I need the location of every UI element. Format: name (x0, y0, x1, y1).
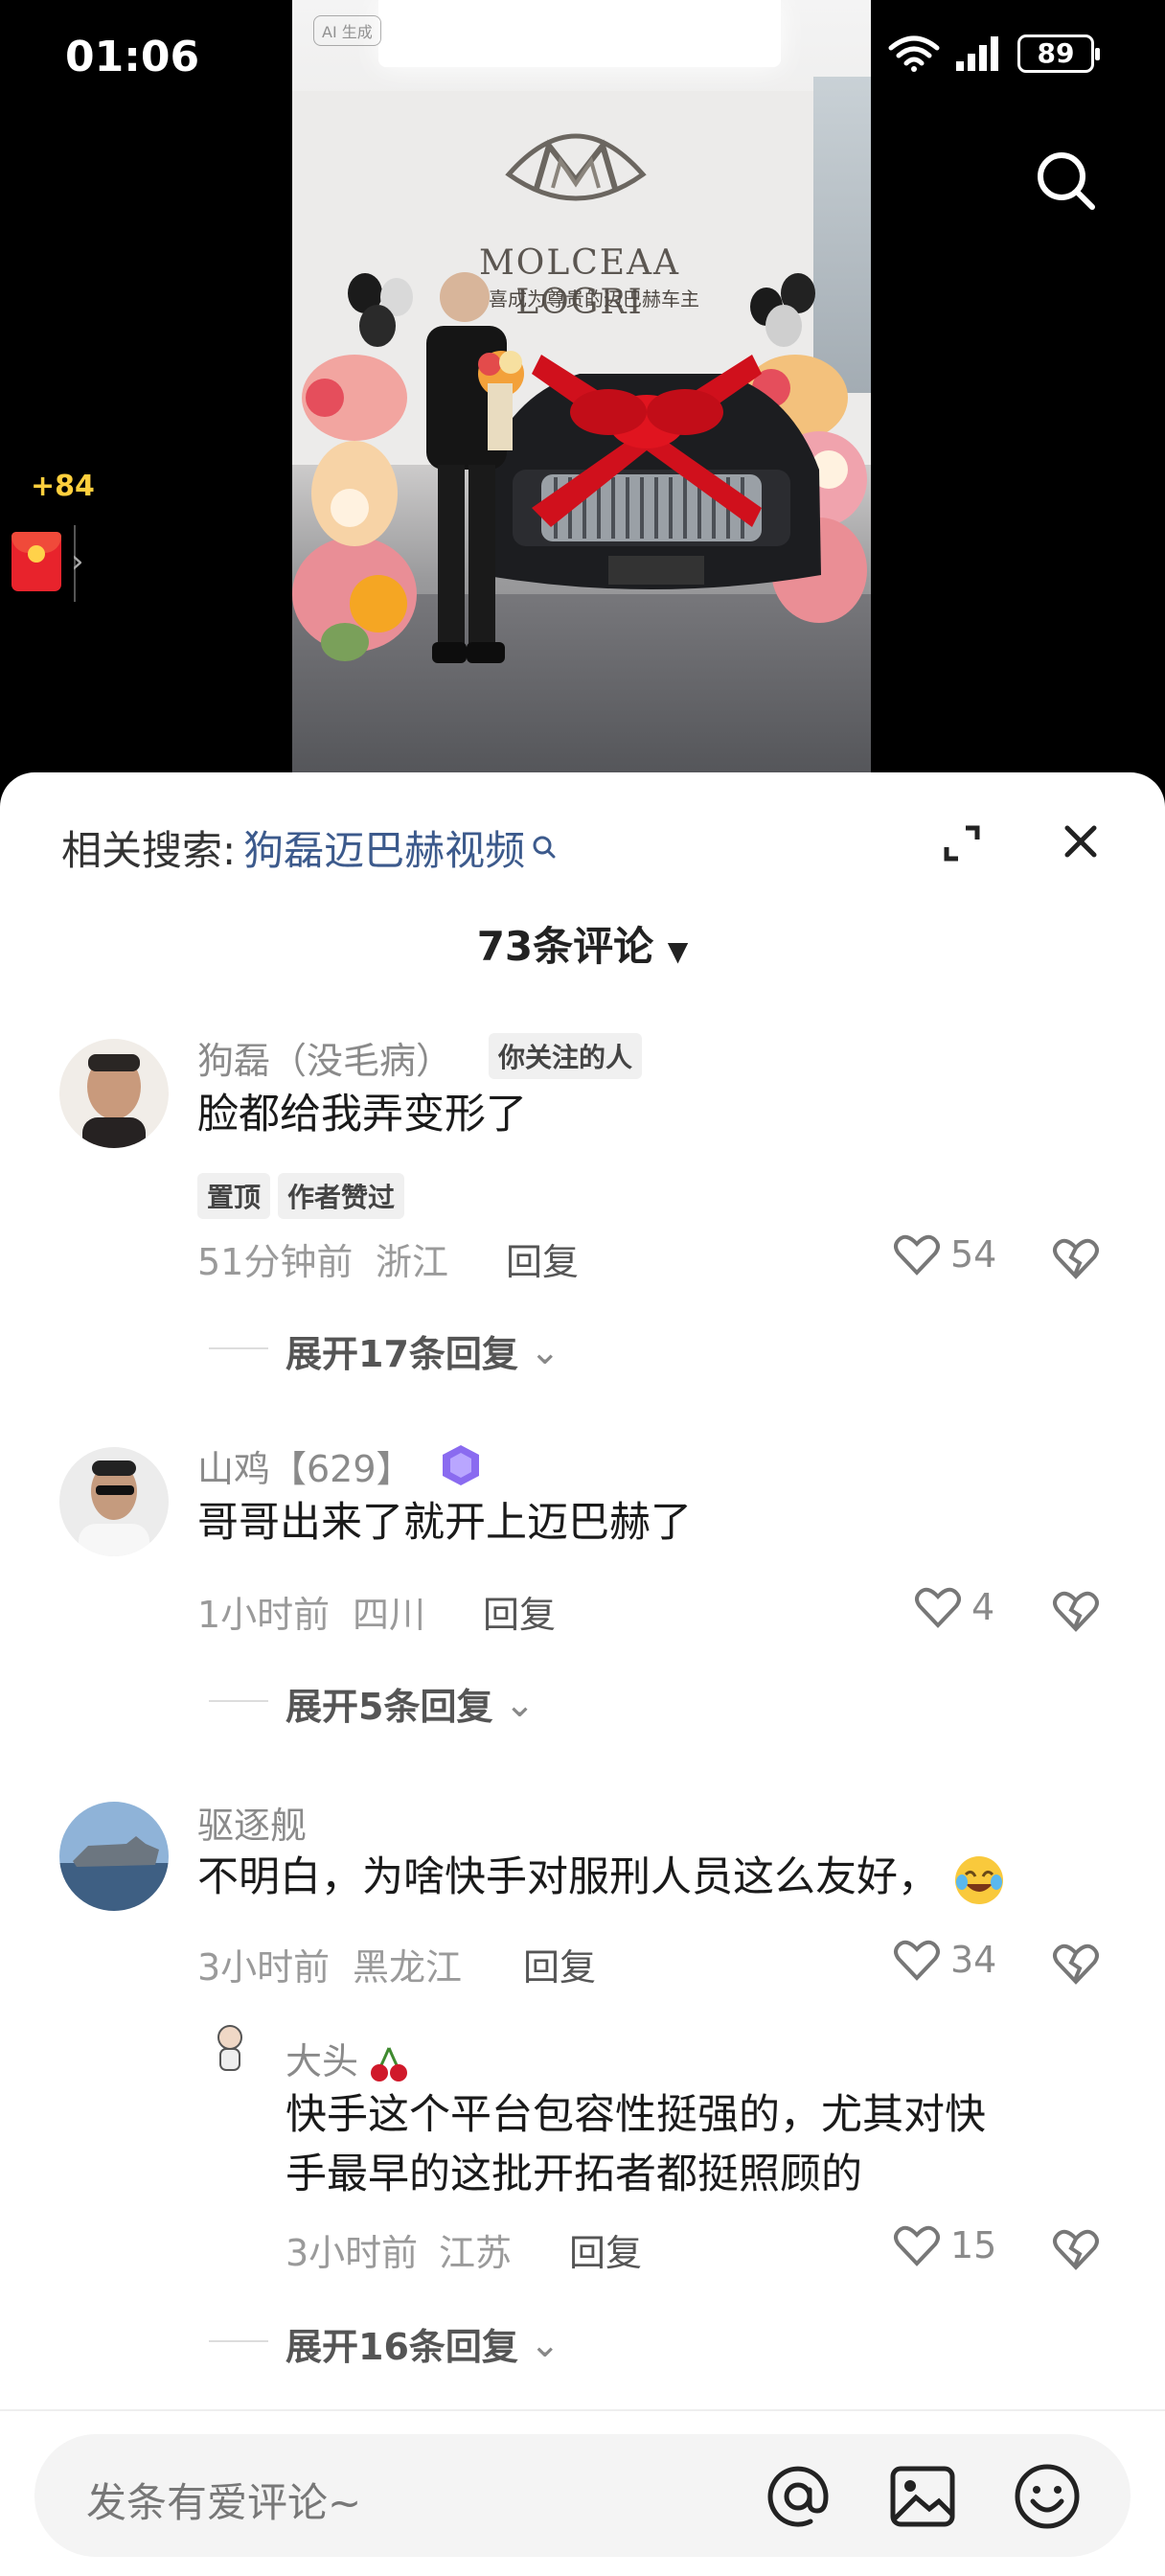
mention-icon[interactable] (763, 2461, 834, 2532)
avatar[interactable] (59, 1447, 169, 1556)
chevron-right-icon[interactable]: › (71, 542, 84, 581)
reply-text-line-1: 快手这个平台包容性挺强的，尤其对快 (286, 2091, 986, 2139)
broken-heart-icon[interactable] (1052, 1942, 1100, 1986)
pinned-tag: 置顶 (197, 1173, 271, 1219)
comment-panel: 相关搜索: 狗磊迈巴赫视频 73条评论 ▼ 狗磊（没毛病） 你关注的人 脸都给我… (0, 772, 1165, 2576)
comment-location: 四川 (353, 1594, 426, 1636)
expand-replies-label: 展开5条回复 (286, 1686, 493, 1728)
broken-heart-icon[interactable] (1052, 1236, 1100, 1280)
divider (0, 2409, 1165, 2411)
wifi-icon (888, 35, 940, 72)
divider (209, 1700, 268, 1702)
chevron-down-icon: ⌄ (504, 1682, 536, 1725)
reply-button[interactable]: 回复 (523, 1938, 596, 1990)
ai-generated-badge: AI 生成 (313, 15, 381, 46)
comment-location: 浙江 (376, 1241, 449, 1283)
like-button[interactable]: 54 (893, 1232, 996, 1276)
expand-replies-label: 展开17条回复 (286, 1333, 518, 1375)
level-badge-icon (443, 1445, 479, 1485)
comment-text: 不明白，为啥快手对服刑人员这么友好， (197, 1848, 1006, 1907)
comment-count-sort[interactable]: 73条评论 ▼ (0, 914, 1165, 973)
video-frame: AI 生成 MOLCEAA LOGRI 恭喜成为尊贵的迈巴赫车主 (292, 0, 871, 772)
broken-heart-icon[interactable] (1052, 1589, 1100, 1633)
username[interactable]: 驱逐舰 (197, 1796, 307, 1849)
reply-button[interactable]: 回复 (506, 1232, 579, 1285)
like-button[interactable]: 4 (914, 1585, 994, 1629)
red-packet-icon[interactable] (11, 532, 61, 591)
expand-replies-label: 展开16条回复 (286, 2326, 518, 2368)
avatar[interactable] (59, 1039, 169, 1148)
like-count: 15 (950, 2224, 997, 2266)
battery-indicator: 89 (1017, 34, 1100, 73)
comment-input-placeholder: 发条有爱评论~ (86, 2479, 362, 2526)
status-icons: 89 (887, 34, 1100, 73)
close-icon[interactable] (1058, 818, 1104, 864)
divider (209, 1347, 268, 1349)
status-time: 01:06 (65, 33, 200, 81)
related-search-label: 相关搜索: (61, 827, 237, 874)
like-count: 54 (950, 1233, 997, 1276)
balloon (765, 305, 802, 347)
username[interactable]: 狗磊（没毛病） (197, 1031, 452, 1084)
signal-icon (956, 36, 998, 71)
image-icon[interactable] (887, 2461, 958, 2532)
expand-replies-button[interactable]: 展开5条回复 ⌄ (286, 1677, 535, 1730)
heart-icon (894, 1940, 940, 1981)
maybach-emblem-icon (505, 133, 647, 201)
reply-location: 江苏 (439, 2232, 513, 2274)
comment-text: 脸都给我弄变形了 (197, 1091, 527, 1138)
comment-text: 哥哥出来了就开上迈巴赫了 (197, 1499, 692, 1547)
chevron-down-icon: ⌄ (529, 2322, 560, 2365)
person (426, 272, 524, 663)
like-count: 4 (971, 1586, 995, 1628)
broken-heart-icon[interactable] (1052, 2227, 1100, 2271)
comment-time: 51分钟前 (197, 1241, 354, 1283)
comment-count: 73条评论 (476, 923, 654, 970)
expand-replies-button[interactable]: 展开17条回复 ⌄ (286, 1324, 560, 1377)
related-search[interactable]: 相关搜索: 狗磊迈巴赫视频 (61, 818, 560, 877)
username[interactable]: 山鸡【629】 (197, 1439, 413, 1492)
divider (209, 2340, 268, 2342)
comment-time: 1小时前 (197, 1594, 331, 1636)
avatar[interactable] (59, 1802, 169, 1911)
coin-reward-count: +84 (31, 470, 95, 503)
comment-time: 3小时前 (197, 1946, 331, 1989)
author-liked-tag: 作者赞过 (278, 1173, 405, 1219)
cherry-icon (371, 2046, 408, 2082)
reply-time: 3小时前 (286, 2232, 419, 2274)
search-small-icon (533, 836, 556, 858)
comment-location: 黑龙江 (353, 1946, 463, 1989)
expand-replies-button[interactable]: 展开16条回复 ⌄ (286, 2317, 560, 2370)
related-search-keyword[interactable]: 狗磊迈巴赫视频 (243, 818, 525, 877)
like-count: 34 (950, 1939, 997, 1981)
heart-icon (894, 1234, 940, 1276)
search-icon[interactable] (1035, 150, 1098, 213)
emoji-icon[interactable] (1012, 2461, 1083, 2532)
like-button[interactable]: 15 (893, 2223, 996, 2267)
heart-icon (894, 2225, 940, 2266)
username[interactable]: 大头 (286, 2032, 408, 2084)
reply-button[interactable]: 回复 (569, 2223, 642, 2276)
fullscreen-expand-icon[interactable] (939, 820, 985, 866)
avatar[interactable] (201, 2018, 259, 2076)
heart-icon (915, 1587, 961, 1628)
showroom-window (813, 77, 871, 393)
laughing-crying-emoji-icon (954, 1855, 1003, 1904)
video-player[interactable]: AI 生成 MOLCEAA LOGRI 恭喜成为尊贵的迈巴赫车主 01:06 8… (0, 0, 1165, 786)
follow-badge: 你关注的人 (489, 1033, 643, 1079)
reply-text-line-2: 手最早的这批开拓者都挺照顾的 (286, 2150, 862, 2198)
ceiling-light (378, 0, 781, 67)
reply-button[interactable]: 回复 (483, 1585, 556, 1638)
comment-input[interactable]: 发条有爱评论~ (34, 2434, 1131, 2557)
chevron-down-icon: ⌄ (529, 1329, 560, 1372)
balloon (359, 305, 396, 347)
caret-down-icon: ▼ (667, 935, 689, 967)
like-button[interactable]: 34 (893, 1938, 996, 1982)
